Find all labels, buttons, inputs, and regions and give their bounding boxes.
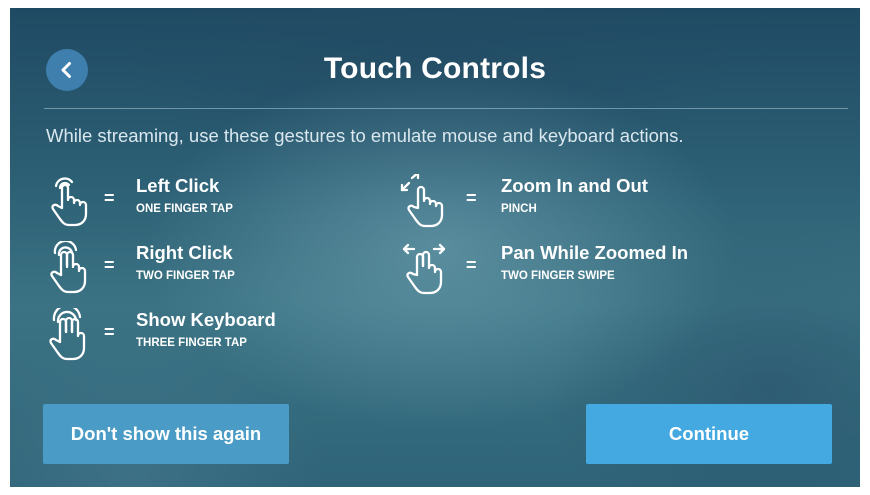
- three-finger-tap-icon: [49, 308, 86, 361]
- continue-button[interactable]: Continue: [586, 404, 832, 464]
- gesture-name: Right Click: [136, 242, 233, 263]
- equals-sign: =: [466, 188, 477, 208]
- dont-show-again-button[interactable]: Don't show this again: [43, 404, 289, 464]
- gesture-description: ONE FINGER TAP: [136, 203, 233, 215]
- gesture-description: TWO FINGER TAP: [136, 270, 235, 282]
- equals-sign: =: [104, 322, 115, 342]
- gesture-left-click: = Left Click ONE FINGER TAP: [46, 174, 346, 228]
- pinch-icon: [400, 174, 444, 228]
- gesture-right-click: = Right Click TWO FINGER TAP: [46, 241, 346, 295]
- one-finger-tap-icon: [51, 177, 88, 227]
- equals-sign: =: [466, 255, 477, 275]
- header-divider: [44, 108, 848, 109]
- intro-text: While streaming, use these gestures to e…: [46, 125, 684, 146]
- two-finger-tap-icon: [50, 241, 87, 294]
- gesture-name: Show Keyboard: [136, 309, 276, 330]
- two-finger-swipe-icon: [402, 243, 446, 295]
- page-title: Touch Controls: [323, 52, 547, 85]
- gesture-description: TWO FINGER SWIPE: [501, 270, 615, 282]
- gesture-name: Zoom In and Out: [501, 175, 648, 196]
- gesture-name: Left Click: [136, 175, 220, 196]
- equals-sign: =: [104, 255, 115, 275]
- gesture-description: THREE FINGER TAP: [136, 337, 247, 349]
- touch-controls-screen: Touch Controls While streaming, use thes…: [10, 8, 860, 487]
- gesture-show-keyboard: = Show Keyboard THREE FINGER TAP: [46, 308, 346, 362]
- gesture-pan: = Pan While Zoomed In TWO FINGER SWIPE: [400, 241, 720, 295]
- gesture-description: PINCH: [501, 203, 537, 215]
- gesture-zoom: = Zoom In and Out PINCH: [400, 174, 720, 228]
- gesture-name: Pan While Zoomed In: [501, 242, 689, 263]
- equals-sign: =: [104, 188, 115, 208]
